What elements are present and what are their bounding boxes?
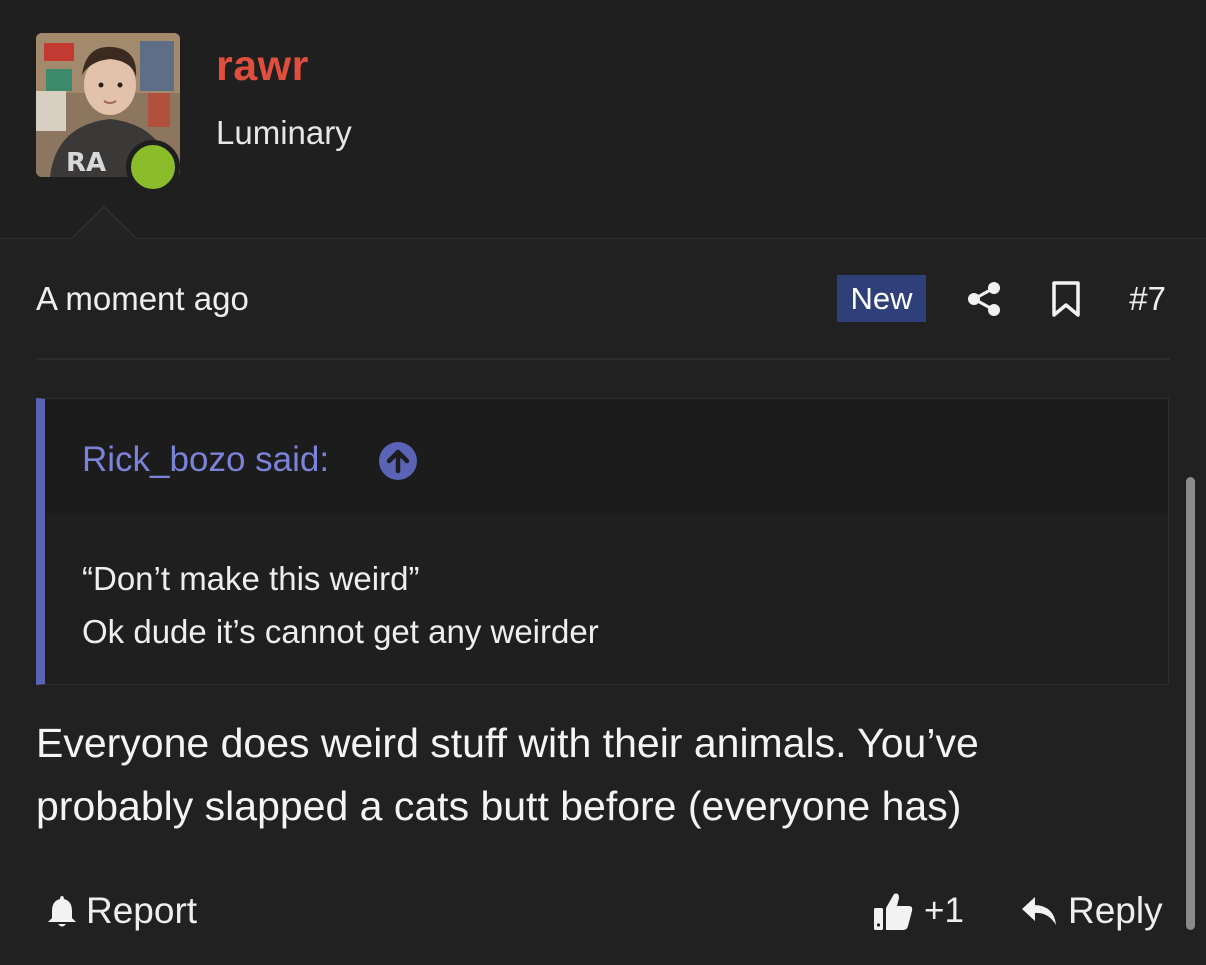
thumbs-up-icon <box>874 893 913 930</box>
post-container: RA rawr Luminary A moment ago New #7 Ric… <box>0 0 1206 965</box>
reply-label: Reply <box>1068 890 1163 931</box>
bookmark-icon[interactable] <box>1050 280 1082 318</box>
user-title: Luminary <box>216 114 352 151</box>
quote-body: “Don’t make this weird” Ok dude it’s can… <box>82 552 599 658</box>
quote-line: Ok dude it’s cannot get any weirder <box>82 613 599 650</box>
post-number-link[interactable]: #7 <box>1129 280 1166 318</box>
svg-text:RA: RA <box>66 148 106 177</box>
scrollbar[interactable] <box>1186 477 1195 930</box>
report-button[interactable]: Report <box>46 888 197 934</box>
message-line: probably slapped a cats butt before (eve… <box>36 783 962 829</box>
like-button[interactable]: +1 <box>872 886 964 936</box>
bell-icon <box>48 896 76 927</box>
like-count: +1 <box>924 891 964 930</box>
meta-divider <box>36 358 1170 360</box>
quote-author-link[interactable]: Rick_bozo said: <box>82 440 329 480</box>
reply-arrow-icon <box>1022 897 1056 925</box>
message-line: Everyone does weird stuff with their ani… <box>36 720 979 766</box>
user-block-pointer-inner <box>72 208 136 239</box>
username[interactable]: rawr <box>216 42 309 91</box>
arrow-up-circle-icon[interactable] <box>378 441 418 481</box>
post-timestamp[interactable]: A moment ago <box>36 280 249 318</box>
online-status-dot <box>126 140 180 194</box>
quote-header: Rick_bozo said: <box>45 399 1168 515</box>
new-badge: New <box>837 275 926 322</box>
post-meta-row: A moment ago New #7 <box>36 270 1170 330</box>
share-icon[interactable] <box>965 280 1003 318</box>
report-label: Report <box>86 890 198 931</box>
quote-line: “Don’t make this weird” <box>82 560 420 597</box>
user-info-block: RA rawr Luminary <box>0 0 1206 239</box>
post-message: Everyone does weird stuff with their ani… <box>36 712 1166 838</box>
quote-block: Rick_bozo said: “Don’t make this weird” … <box>36 398 1169 685</box>
reply-button[interactable]: Reply <box>1020 888 1163 934</box>
